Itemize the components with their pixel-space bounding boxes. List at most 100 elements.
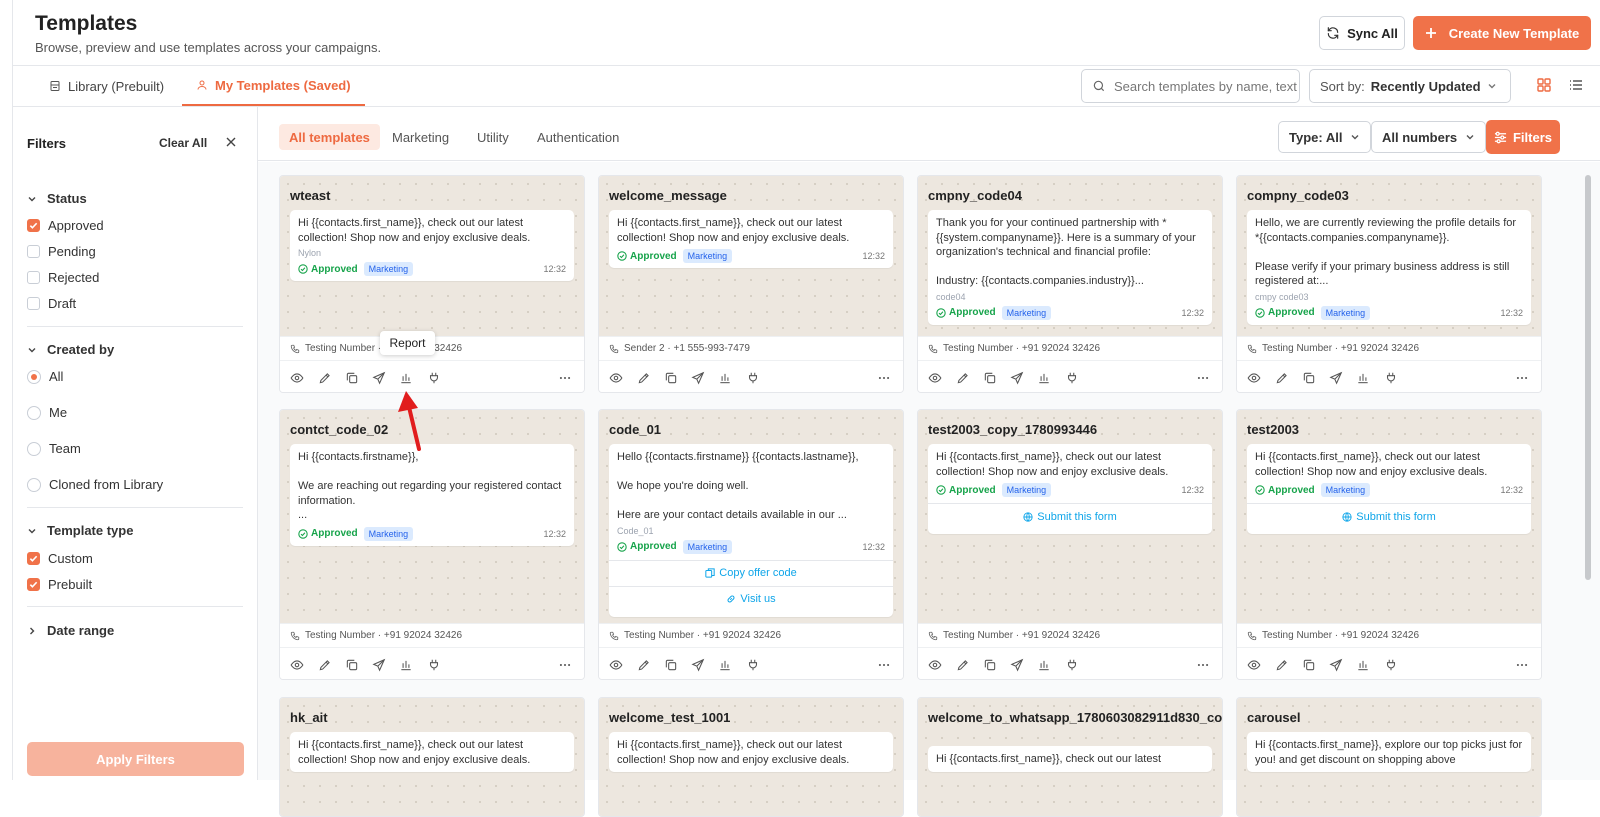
template-card[interactable]: cmpny_code04 Thank you for your continued…	[917, 175, 1223, 393]
created-by-option-all[interactable]: All	[27, 369, 63, 384]
message-cta-button[interactable]: Copy offer code	[609, 559, 893, 586]
message-cta-button[interactable]: Visit us	[609, 585, 893, 612]
template-card[interactable]: test2003_copy_1780993446 Hi {{contacts.fi…	[917, 409, 1223, 680]
report-icon[interactable]	[1037, 658, 1051, 672]
send-icon[interactable]	[691, 658, 705, 672]
preview-icon[interactable]	[290, 658, 304, 672]
more-options-icon[interactable]	[877, 658, 891, 672]
checkbox[interactable]	[27, 297, 40, 310]
create-template-button[interactable]: Create New Template	[1413, 16, 1591, 50]
integration-icon[interactable]	[746, 658, 760, 672]
report-icon[interactable]	[399, 658, 413, 672]
status-option-draft[interactable]: Draft	[27, 296, 76, 311]
send-icon[interactable]	[1010, 371, 1024, 385]
template-type-section-header[interactable]: Template type	[27, 523, 133, 538]
status-section-header[interactable]: Status	[27, 191, 87, 206]
checkbox-checked[interactable]	[27, 578, 40, 591]
status-option-rejected[interactable]: Rejected	[27, 270, 99, 285]
integration-icon[interactable]	[427, 371, 441, 385]
tab-all-templates[interactable]: All templates	[279, 124, 380, 150]
more-options-icon[interactable]	[1515, 371, 1529, 385]
preview-icon[interactable]	[928, 371, 942, 385]
more-options-icon[interactable]	[558, 371, 572, 385]
report-icon[interactable]	[1037, 371, 1051, 385]
template-card[interactable]: welcome_test_1001 Hi {{contacts.first_nam…	[598, 697, 904, 817]
status-option-pending[interactable]: Pending	[27, 244, 96, 259]
report-icon[interactable]	[718, 658, 732, 672]
edit-icon[interactable]	[1275, 658, 1289, 672]
created-by-option-team[interactable]: Team	[27, 441, 81, 456]
sort-dropdown[interactable]: Sort by: Recently Updated	[1309, 69, 1511, 103]
scrollbar[interactable]	[1585, 175, 1591, 580]
list-view-icon[interactable]	[1569, 78, 1583, 92]
preview-icon[interactable]	[290, 371, 304, 385]
duplicate-icon[interactable]	[664, 658, 678, 672]
tab-utility[interactable]: Utility	[467, 124, 519, 150]
edit-icon[interactable]	[318, 658, 332, 672]
template-card[interactable]: contct_code_02 Hi {{contacts.firstname}},…	[279, 409, 585, 680]
send-icon[interactable]	[372, 371, 386, 385]
more-options-icon[interactable]	[558, 658, 572, 672]
checkbox-checked[interactable]	[27, 552, 40, 565]
type-dropdown[interactable]: Type: All	[1278, 121, 1372, 153]
grid-view-icon[interactable]	[1537, 78, 1551, 92]
sync-all-button[interactable]: Sync All	[1319, 16, 1405, 50]
filters-button[interactable]: Filters	[1486, 120, 1560, 154]
created-by-section-header[interactable]: Created by	[27, 342, 114, 357]
more-options-icon[interactable]	[1196, 658, 1210, 672]
integration-icon[interactable]	[1065, 658, 1079, 672]
close-icon[interactable]	[226, 137, 236, 147]
integration-icon[interactable]	[1384, 371, 1398, 385]
checkbox[interactable]	[27, 271, 40, 284]
duplicate-icon[interactable]	[664, 371, 678, 385]
integration-icon[interactable]	[1065, 371, 1079, 385]
send-icon[interactable]	[1329, 371, 1343, 385]
template-card[interactable]: carousel Hi {{contacts.first_name}}, expl…	[1236, 697, 1542, 817]
integration-icon[interactable]	[746, 371, 760, 385]
tab-library[interactable]: Library (Prebuilt)	[49, 66, 164, 106]
integration-icon[interactable]	[1384, 658, 1398, 672]
radio[interactable]	[27, 405, 41, 420]
template-card[interactable]: hk_ait Hi {{contacts.first_name}}, check …	[279, 697, 585, 817]
preview-icon[interactable]	[609, 371, 623, 385]
send-icon[interactable]	[1329, 658, 1343, 672]
report-icon[interactable]	[399, 371, 413, 385]
checkbox-checked[interactable]	[27, 219, 40, 232]
edit-icon[interactable]	[637, 658, 651, 672]
template-type-option-custom[interactable]: Custom	[27, 551, 93, 566]
radio-selected[interactable]	[27, 369, 41, 384]
template-type-option-prebuilt[interactable]: Prebuilt	[27, 577, 92, 592]
edit-icon[interactable]	[1275, 371, 1289, 385]
clear-all-button[interactable]: Clear All	[159, 136, 207, 150]
template-card[interactable]: welcome_to_whatsapp_1780603082911d830_co…	[917, 697, 1223, 817]
send-icon[interactable]	[1010, 658, 1024, 672]
more-options-icon[interactable]	[877, 371, 891, 385]
tab-my-templates[interactable]: My Templates (Saved)	[182, 66, 365, 106]
date-range-section-header[interactable]: Date range	[27, 623, 114, 638]
duplicate-icon[interactable]	[345, 658, 359, 672]
radio[interactable]	[27, 441, 41, 456]
template-card[interactable]: wteast Hi {{contacts.first_name}}, check …	[279, 175, 585, 393]
message-cta-button[interactable]: Submit this form	[1247, 503, 1531, 529]
search-input[interactable]: Search templates by name, text	[1081, 69, 1300, 103]
edit-icon[interactable]	[637, 371, 651, 385]
more-options-icon[interactable]	[1196, 371, 1210, 385]
duplicate-icon[interactable]	[345, 371, 359, 385]
preview-icon[interactable]	[1247, 371, 1261, 385]
duplicate-icon[interactable]	[983, 658, 997, 672]
radio[interactable]	[27, 477, 41, 492]
template-card[interactable]: code_01 Hello {{contacts.firstname}} {{co…	[598, 409, 904, 680]
preview-icon[interactable]	[1247, 658, 1261, 672]
created-by-option-me[interactable]: Me	[27, 405, 67, 420]
edit-icon[interactable]	[956, 371, 970, 385]
send-icon[interactable]	[691, 371, 705, 385]
template-card[interactable]: test2003 Hi {{contacts.first_name}}, chec…	[1236, 409, 1542, 680]
edit-icon[interactable]	[956, 658, 970, 672]
checkbox[interactable]	[27, 245, 40, 258]
preview-icon[interactable]	[609, 658, 623, 672]
duplicate-icon[interactable]	[1302, 658, 1316, 672]
apply-filters-button[interactable]: Apply Filters	[27, 742, 244, 776]
preview-icon[interactable]	[928, 658, 942, 672]
report-icon[interactable]	[1356, 371, 1370, 385]
template-card[interactable]: welcome_message Hi {{contacts.first_name}…	[598, 175, 904, 393]
